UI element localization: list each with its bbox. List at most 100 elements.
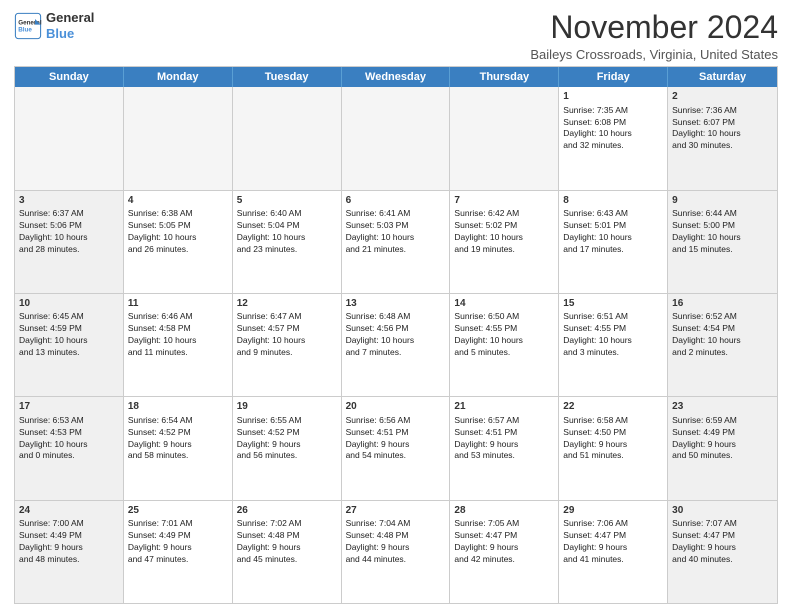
day-number: 3 [19, 194, 119, 208]
cell-info: Sunrise: 7:01 AMSunset: 4:49 PMDaylight:… [128, 518, 228, 566]
calendar-cell [450, 87, 559, 189]
day-number: 11 [128, 297, 228, 311]
page: General Blue General Blue November 2024 … [0, 0, 792, 612]
day-number: 28 [454, 504, 554, 518]
day-number: 22 [563, 400, 663, 414]
calendar-cell: 28Sunrise: 7:05 AMSunset: 4:47 PMDayligh… [450, 501, 559, 603]
calendar-cell: 17Sunrise: 6:53 AMSunset: 4:53 PMDayligh… [15, 397, 124, 499]
day-number: 6 [346, 194, 446, 208]
calendar-row: 17Sunrise: 6:53 AMSunset: 4:53 PMDayligh… [15, 396, 777, 499]
calendar-cell: 6Sunrise: 6:41 AMSunset: 5:03 PMDaylight… [342, 191, 451, 293]
cell-info: Sunrise: 6:50 AMSunset: 4:55 PMDaylight:… [454, 311, 554, 359]
cell-info: Sunrise: 6:42 AMSunset: 5:02 PMDaylight:… [454, 208, 554, 256]
cell-info: Sunrise: 7:07 AMSunset: 4:47 PMDaylight:… [672, 518, 773, 566]
day-number: 30 [672, 504, 773, 518]
calendar-row: 10Sunrise: 6:45 AMSunset: 4:59 PMDayligh… [15, 293, 777, 396]
day-number: 15 [563, 297, 663, 311]
calendar-cell: 4Sunrise: 6:38 AMSunset: 5:05 PMDaylight… [124, 191, 233, 293]
weekday-header: Tuesday [233, 67, 342, 87]
weekday-header: Sunday [15, 67, 124, 87]
calendar-cell: 27Sunrise: 7:04 AMSunset: 4:48 PMDayligh… [342, 501, 451, 603]
calendar-cell: 23Sunrise: 6:59 AMSunset: 4:49 PMDayligh… [668, 397, 777, 499]
weekday-header: Saturday [668, 67, 777, 87]
cell-info: Sunrise: 6:43 AMSunset: 5:01 PMDaylight:… [563, 208, 663, 256]
header: General Blue General Blue November 2024 … [14, 10, 778, 62]
day-number: 25 [128, 504, 228, 518]
calendar-cell: 7Sunrise: 6:42 AMSunset: 5:02 PMDaylight… [450, 191, 559, 293]
calendar-cell: 14Sunrise: 6:50 AMSunset: 4:55 PMDayligh… [450, 294, 559, 396]
cell-info: Sunrise: 7:06 AMSunset: 4:47 PMDaylight:… [563, 518, 663, 566]
day-number: 19 [237, 400, 337, 414]
svg-text:Blue: Blue [18, 26, 32, 33]
day-number: 16 [672, 297, 773, 311]
calendar-cell: 2Sunrise: 7:36 AMSunset: 6:07 PMDaylight… [668, 87, 777, 189]
day-number: 26 [237, 504, 337, 518]
subtitle: Baileys Crossroads, Virginia, United Sta… [530, 47, 778, 62]
day-number: 10 [19, 297, 119, 311]
cell-info: Sunrise: 6:48 AMSunset: 4:56 PMDaylight:… [346, 311, 446, 359]
cell-info: Sunrise: 7:04 AMSunset: 4:48 PMDaylight:… [346, 518, 446, 566]
cell-info: Sunrise: 6:56 AMSunset: 4:51 PMDaylight:… [346, 415, 446, 463]
day-number: 8 [563, 194, 663, 208]
cell-info: Sunrise: 6:47 AMSunset: 4:57 PMDaylight:… [237, 311, 337, 359]
logo-icon: General Blue [14, 12, 42, 40]
cell-info: Sunrise: 7:36 AMSunset: 6:07 PMDaylight:… [672, 105, 773, 153]
day-number: 23 [672, 400, 773, 414]
day-number: 1 [563, 90, 663, 104]
cell-info: Sunrise: 6:59 AMSunset: 4:49 PMDaylight:… [672, 415, 773, 463]
calendar-cell [15, 87, 124, 189]
day-number: 4 [128, 194, 228, 208]
day-number: 5 [237, 194, 337, 208]
cell-info: Sunrise: 6:46 AMSunset: 4:58 PMDaylight:… [128, 311, 228, 359]
calendar: SundayMondayTuesdayWednesdayThursdayFrid… [14, 66, 778, 604]
cell-info: Sunrise: 7:35 AMSunset: 6:08 PMDaylight:… [563, 105, 663, 153]
cell-info: Sunrise: 6:53 AMSunset: 4:53 PMDaylight:… [19, 415, 119, 463]
cell-info: Sunrise: 6:51 AMSunset: 4:55 PMDaylight:… [563, 311, 663, 359]
calendar-cell: 26Sunrise: 7:02 AMSunset: 4:48 PMDayligh… [233, 501, 342, 603]
cell-info: Sunrise: 6:55 AMSunset: 4:52 PMDaylight:… [237, 415, 337, 463]
day-number: 7 [454, 194, 554, 208]
calendar-row: 24Sunrise: 7:00 AMSunset: 4:49 PMDayligh… [15, 500, 777, 603]
calendar-cell: 15Sunrise: 6:51 AMSunset: 4:55 PMDayligh… [559, 294, 668, 396]
calendar-cell: 19Sunrise: 6:55 AMSunset: 4:52 PMDayligh… [233, 397, 342, 499]
cell-info: Sunrise: 7:05 AMSunset: 4:47 PMDaylight:… [454, 518, 554, 566]
day-number: 29 [563, 504, 663, 518]
calendar-body: 1Sunrise: 7:35 AMSunset: 6:08 PMDaylight… [15, 87, 777, 603]
day-number: 27 [346, 504, 446, 518]
calendar-cell: 5Sunrise: 6:40 AMSunset: 5:04 PMDaylight… [233, 191, 342, 293]
day-number: 18 [128, 400, 228, 414]
day-number: 2 [672, 90, 773, 104]
logo-text: General Blue [46, 10, 94, 41]
calendar-row: 3Sunrise: 6:37 AMSunset: 5:06 PMDaylight… [15, 190, 777, 293]
calendar-cell: 11Sunrise: 6:46 AMSunset: 4:58 PMDayligh… [124, 294, 233, 396]
calendar-cell: 25Sunrise: 7:01 AMSunset: 4:49 PMDayligh… [124, 501, 233, 603]
logo-line1: General [46, 10, 94, 26]
cell-info: Sunrise: 6:57 AMSunset: 4:51 PMDaylight:… [454, 415, 554, 463]
cell-info: Sunrise: 6:37 AMSunset: 5:06 PMDaylight:… [19, 208, 119, 256]
cell-info: Sunrise: 6:58 AMSunset: 4:50 PMDaylight:… [563, 415, 663, 463]
title-block: November 2024 Baileys Crossroads, Virgin… [530, 10, 778, 62]
cell-info: Sunrise: 6:41 AMSunset: 5:03 PMDaylight:… [346, 208, 446, 256]
logo: General Blue General Blue [14, 10, 94, 41]
calendar-cell: 9Sunrise: 6:44 AMSunset: 5:00 PMDaylight… [668, 191, 777, 293]
day-number: 14 [454, 297, 554, 311]
cell-info: Sunrise: 6:40 AMSunset: 5:04 PMDaylight:… [237, 208, 337, 256]
calendar-cell [233, 87, 342, 189]
cell-info: Sunrise: 6:45 AMSunset: 4:59 PMDaylight:… [19, 311, 119, 359]
calendar-cell: 16Sunrise: 6:52 AMSunset: 4:54 PMDayligh… [668, 294, 777, 396]
calendar-cell: 20Sunrise: 6:56 AMSunset: 4:51 PMDayligh… [342, 397, 451, 499]
cell-info: Sunrise: 6:38 AMSunset: 5:05 PMDaylight:… [128, 208, 228, 256]
cell-info: Sunrise: 7:00 AMSunset: 4:49 PMDaylight:… [19, 518, 119, 566]
logo-line2: Blue [46, 26, 94, 42]
day-number: 9 [672, 194, 773, 208]
calendar-cell: 22Sunrise: 6:58 AMSunset: 4:50 PMDayligh… [559, 397, 668, 499]
day-number: 13 [346, 297, 446, 311]
calendar-cell: 8Sunrise: 6:43 AMSunset: 5:01 PMDaylight… [559, 191, 668, 293]
day-number: 20 [346, 400, 446, 414]
calendar-cell: 24Sunrise: 7:00 AMSunset: 4:49 PMDayligh… [15, 501, 124, 603]
month-title: November 2024 [530, 10, 778, 45]
calendar-cell [342, 87, 451, 189]
day-number: 21 [454, 400, 554, 414]
calendar-cell: 3Sunrise: 6:37 AMSunset: 5:06 PMDaylight… [15, 191, 124, 293]
cell-info: Sunrise: 6:44 AMSunset: 5:00 PMDaylight:… [672, 208, 773, 256]
